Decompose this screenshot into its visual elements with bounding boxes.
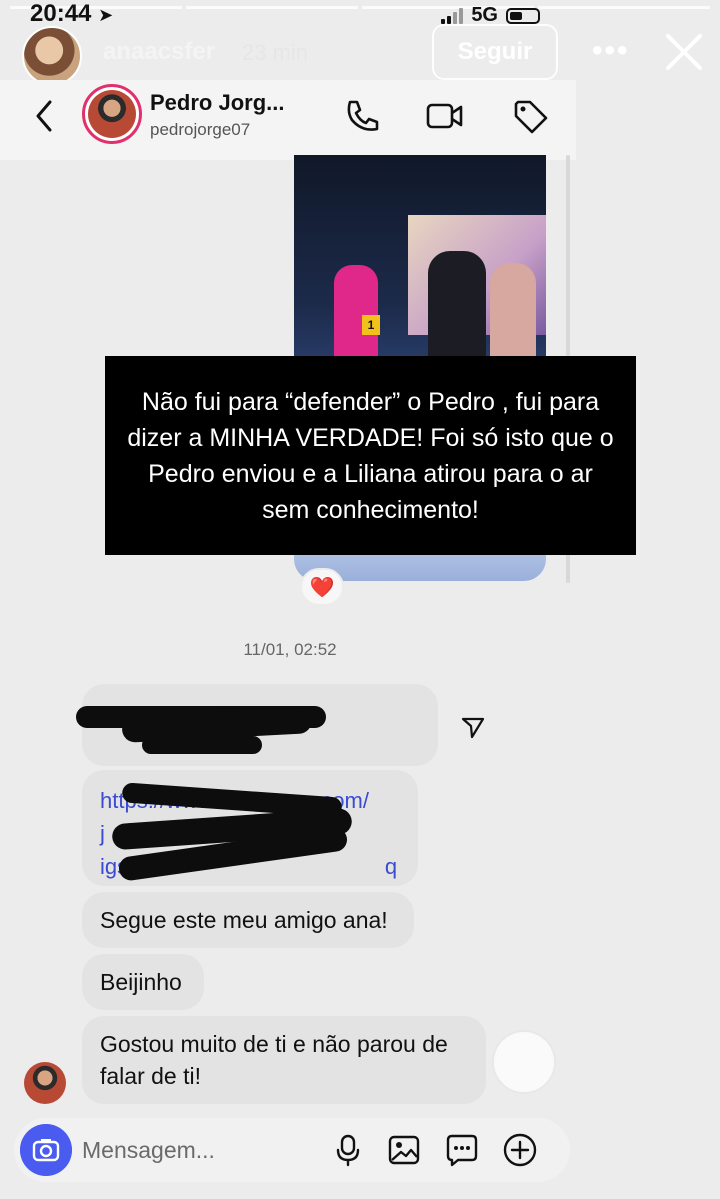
shared-post-bubble[interactable] (76, 684, 438, 766)
chat-bubble-icon[interactable] (444, 1132, 480, 1168)
phone-icon[interactable] (342, 96, 382, 136)
add-icon[interactable] (502, 1132, 538, 1168)
story-username[interactable]: anaacsfer (103, 38, 215, 66)
contact-name[interactable]: Pedro Jorg... (150, 90, 284, 116)
video-call-icon[interactable] (424, 96, 464, 136)
sender-avatar[interactable] (24, 1062, 66, 1104)
heart-reaction[interactable]: ❤️ (300, 568, 344, 606)
media-badge: 1 (362, 315, 380, 335)
contact-handle: pedrojorge07 (150, 120, 251, 139)
story-avatar[interactable] (22, 26, 82, 86)
link-bubble[interactable]: https://www.instagram.com/ j igs q (82, 770, 418, 886)
follow-button[interactable]: Seguir (432, 24, 558, 80)
tag-icon[interactable] (510, 96, 550, 136)
media-person (428, 251, 486, 361)
share-icon[interactable] (450, 704, 496, 750)
avatar-photo (88, 90, 136, 138)
gallery-icon[interactable] (386, 1132, 422, 1168)
message-timestamp: 11/01, 02:52 (243, 640, 337, 659)
progress-segment (538, 6, 710, 9)
message-bubble[interactable]: Beijinho (82, 954, 204, 1010)
redaction (142, 736, 262, 754)
story-progress (10, 6, 710, 9)
chat-header: Pedro Jorg... pedrojorge07 (0, 80, 576, 160)
story-age: 23 min (242, 40, 309, 65)
sticker-icon[interactable] (492, 1030, 556, 1094)
message-bubble[interactable]: Gostou muito de ti e não parou de falar … (82, 1016, 486, 1104)
close-icon[interactable] (662, 30, 706, 74)
message-input[interactable] (82, 1124, 332, 1176)
caption-text: Não fui para “defender” o Pedro , fui pa… (127, 387, 614, 524)
camera-icon[interactable] (20, 1124, 72, 1176)
microphone-icon[interactable] (330, 1132, 366, 1168)
story-caption: Não fui para “defender” o Pedro , fui pa… (105, 356, 636, 555)
message-bubble[interactable]: Segue este meu amigo ana! (82, 892, 414, 948)
more-options-icon[interactable]: ••• (592, 34, 630, 68)
media-person (490, 263, 536, 363)
message-composer (14, 1118, 570, 1182)
progress-segment (186, 6, 358, 9)
back-icon[interactable] (30, 98, 60, 134)
contact-avatar[interactable] (82, 84, 142, 144)
